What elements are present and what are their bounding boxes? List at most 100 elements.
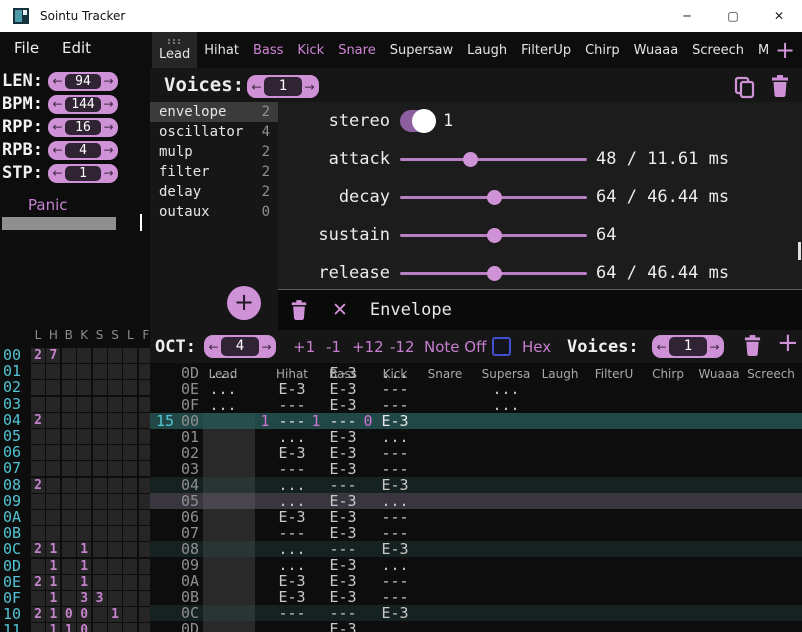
song-cell[interactable]: [77, 380, 91, 395]
note-cell-lead[interactable]: ...: [196, 397, 250, 413]
song-cell[interactable]: [139, 429, 150, 444]
song-cell[interactable]: [123, 413, 137, 428]
song-cell[interactable]: [31, 591, 45, 606]
song-cell[interactable]: [77, 397, 91, 412]
song-cell[interactable]: [139, 397, 150, 412]
note-cell-bass[interactable]: E-3: [316, 557, 370, 573]
song-cell[interactable]: 3: [77, 591, 91, 606]
song-cell[interactable]: [46, 510, 60, 525]
song-cell[interactable]: [139, 348, 150, 363]
song-cell[interactable]: [93, 445, 107, 460]
slider-knob[interactable]: [487, 266, 502, 281]
song-cell[interactable]: [31, 461, 45, 476]
stepper-value[interactable]: 94: [65, 74, 101, 89]
song-cell[interactable]: [139, 461, 150, 476]
song-cell[interactable]: [108, 559, 122, 574]
stepper-decrement-button[interactable]: ←: [50, 167, 65, 179]
song-cell[interactable]: [62, 348, 76, 363]
song-cell[interactable]: 2: [31, 478, 45, 493]
note-cell-bass[interactable]: E-3: [316, 397, 370, 413]
song-cell[interactable]: 1: [46, 542, 60, 557]
tab-chirp[interactable]: Chirp: [578, 32, 627, 68]
song-cell[interactable]: [139, 575, 150, 590]
unit-list-item-mulp[interactable]: mulp2: [150, 142, 278, 162]
song-cell[interactable]: [62, 380, 76, 395]
song-cell[interactable]: [46, 478, 60, 493]
song-cell[interactable]: [77, 478, 91, 493]
song-cell[interactable]: [108, 413, 122, 428]
song-cell[interactable]: [108, 542, 122, 557]
stepper-value[interactable]: 1: [264, 77, 302, 96]
minimize-button[interactable]: ─: [664, 0, 710, 32]
delete-unit-icon[interactable]: [290, 300, 308, 321]
song-cell[interactable]: [108, 494, 122, 509]
song-cell[interactable]: 1: [108, 607, 122, 622]
song-cell[interactable]: [108, 348, 122, 363]
song-cell[interactable]: [108, 510, 122, 525]
note-cell-hihat[interactable]: E-3: [265, 589, 319, 605]
stepper-increment-button[interactable]: →: [101, 144, 116, 156]
note-cell-kick[interactable]: ---: [368, 509, 422, 525]
song-cell[interactable]: [139, 478, 150, 493]
song-cell[interactable]: [46, 461, 60, 476]
song-cell[interactable]: [108, 526, 122, 541]
song-cell[interactable]: [139, 510, 150, 525]
stepper-decrement-button[interactable]: ←: [50, 121, 65, 133]
note-cell-hihat[interactable]: ...: [265, 477, 319, 493]
song-cell[interactable]: [62, 510, 76, 525]
tab-wuaaa[interactable]: Wuaaa: [627, 32, 686, 68]
pattern-row[interactable]: 0BE-3E-3---: [150, 589, 802, 605]
pattern-row[interactable]: 04...---E-3: [150, 477, 802, 493]
pattern-row[interactable]: 0DE-3: [150, 621, 802, 632]
note-cell-kick[interactable]: ---: [368, 461, 422, 477]
note-cell-kick[interactable]: E-3: [368, 605, 422, 621]
note-off-button[interactable]: Note Off: [424, 338, 486, 356]
note-cell-kick[interactable]: ...: [368, 429, 422, 445]
song-cell[interactable]: [77, 526, 91, 541]
song-cell[interactable]: [31, 559, 45, 574]
pattern-row[interactable]: 1500110------E-3: [150, 413, 802, 429]
song-cell[interactable]: [46, 429, 60, 444]
song-cell[interactable]: [62, 559, 76, 574]
song-cell[interactable]: [123, 591, 137, 606]
note-cell-kick[interactable]: ---: [368, 445, 422, 461]
song-cell[interactable]: 1: [62, 623, 76, 632]
slider-knob[interactable]: [487, 228, 502, 243]
menu-edit[interactable]: Edit: [62, 39, 91, 57]
pattern-row[interactable]: 08...---E-3: [150, 541, 802, 557]
song-cell[interactable]: [123, 461, 137, 476]
song-cell[interactable]: 1: [77, 575, 91, 590]
note-cell-hihat[interactable]: ...: [265, 493, 319, 509]
song-cell[interactable]: [77, 429, 91, 444]
pattern-row[interactable]: 01...E-3...: [150, 429, 802, 445]
note-cell-hihat[interactable]: ...: [265, 429, 319, 445]
song-cell[interactable]: [77, 510, 91, 525]
song-cell[interactable]: [93, 559, 107, 574]
stepper-value[interactable]: 1: [65, 166, 101, 181]
song-cell[interactable]: [93, 575, 107, 590]
song-cell[interactable]: [46, 445, 60, 460]
note-cell-kick[interactable]: ---: [368, 589, 422, 605]
song-cell[interactable]: [108, 429, 122, 444]
song-cell[interactable]: [77, 494, 91, 509]
song-cell[interactable]: [77, 461, 91, 476]
song-cell[interactable]: 3: [93, 591, 107, 606]
song-cell[interactable]: [93, 526, 107, 541]
note-cell-kick[interactable]: E-3: [368, 541, 422, 557]
pattern-row[interactable]: 0C------E-3: [150, 605, 802, 621]
add-instrument-button[interactable]: +: [775, 32, 795, 68]
note-cell-hihat[interactable]: ---: [265, 605, 319, 621]
stepper-value[interactable]: 4: [65, 143, 101, 158]
note-cell-hihat[interactable]: ---: [265, 413, 319, 429]
song-cell[interactable]: [123, 510, 137, 525]
song-cell[interactable]: [93, 429, 107, 444]
note-cell-bass[interactable]: E-3: [316, 525, 370, 541]
note-cell-hihat[interactable]: E-3: [265, 445, 319, 461]
song-cell[interactable]: [31, 429, 45, 444]
song-cell[interactable]: [93, 364, 107, 379]
song-cell[interactable]: [46, 413, 60, 428]
note-cell-bass[interactable]: E-3: [316, 493, 370, 509]
param-scrollbar-thumb[interactable]: [798, 242, 801, 260]
song-cell[interactable]: [108, 575, 122, 590]
song-cell[interactable]: [139, 559, 150, 574]
